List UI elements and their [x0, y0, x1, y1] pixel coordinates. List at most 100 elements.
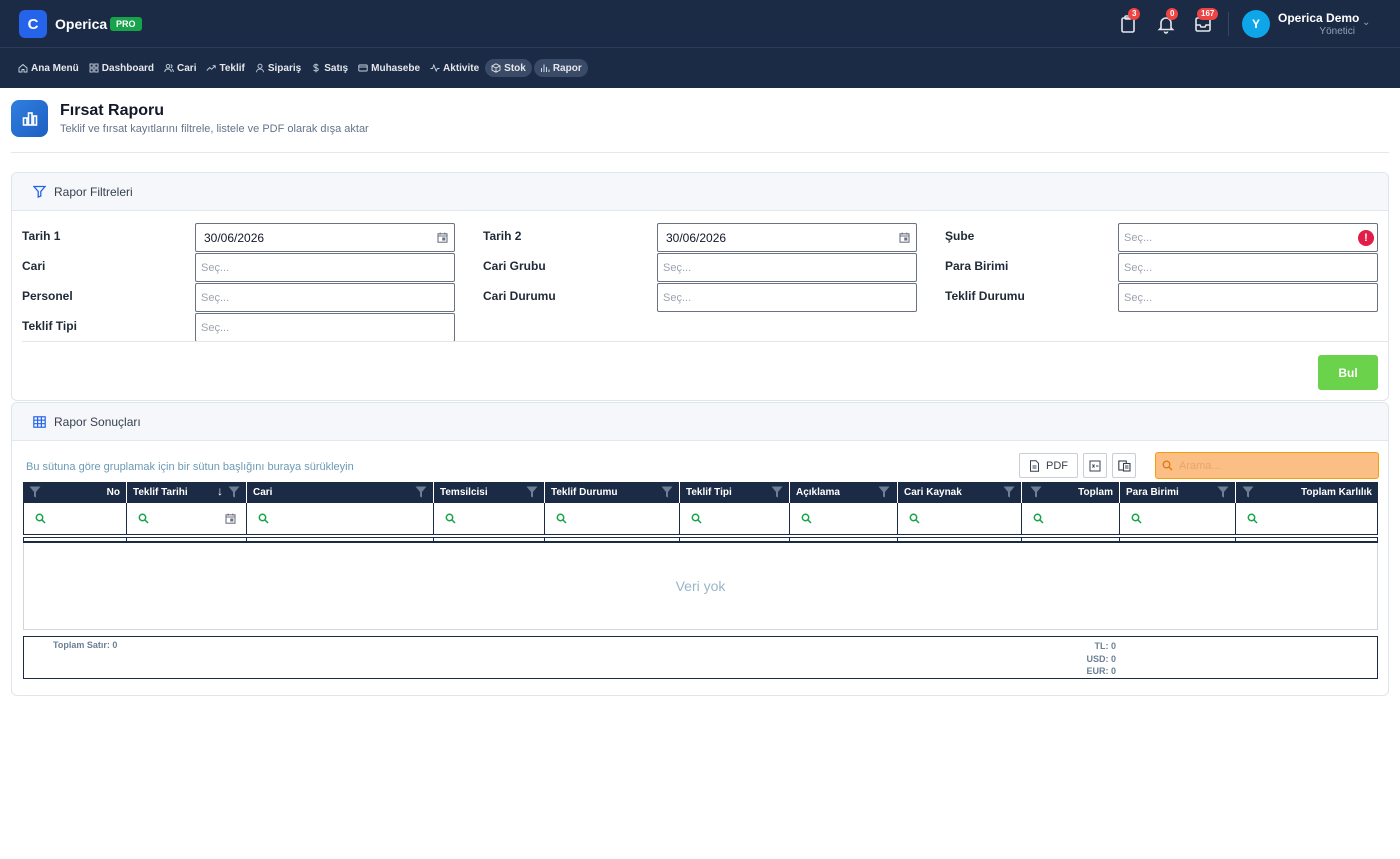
nav-item-teklif[interactable]: Teklif	[202, 59, 248, 77]
filters-divider	[22, 341, 1388, 342]
cari-group-select[interactable]: Seç...	[657, 253, 917, 282]
nav-item-satis[interactable]: Satış	[307, 59, 352, 77]
export-excel-button[interactable]	[1083, 453, 1107, 478]
column-filter-icon[interactable]	[771, 486, 783, 498]
grid-summary-footer: Toplam Satır: 0 TL: 0 USD: 0 EUR: 0	[23, 636, 1378, 679]
calendar-icon[interactable]	[437, 232, 448, 243]
spreadsheet-icon	[1089, 460, 1101, 471]
date2-field[interactable]: 30/06/2026	[657, 223, 917, 252]
brand-name: Operica	[55, 16, 108, 32]
personnel-select[interactable]: Seç...	[195, 283, 455, 312]
offer-status-select[interactable]: Seç...	[1118, 283, 1378, 312]
user-name[interactable]: Operica Demo	[1278, 11, 1359, 25]
filter-cell-description[interactable]	[790, 503, 898, 535]
calendar-icon[interactable]	[899, 232, 910, 243]
search-icon	[801, 513, 812, 524]
column-filter-icon[interactable]	[1242, 486, 1254, 498]
date1-field[interactable]: 30/06/2026	[195, 223, 455, 252]
results-title: Rapor Sonuçları	[54, 414, 141, 429]
group-panel[interactable]: Bu sütuna göre gruplamak için bir sütun …	[26, 461, 354, 473]
tasks-button[interactable]: 3	[1118, 8, 1142, 36]
sort-desc-icon[interactable]: ↓	[217, 484, 223, 498]
nav-item-rapor[interactable]: Rapor	[533, 59, 588, 77]
cari-select[interactable]: Seç...	[195, 253, 455, 282]
dollar-icon	[313, 63, 319, 73]
branch-placeholder: Seç...	[1124, 231, 1153, 244]
date2-label: Tarih 2	[483, 229, 522, 243]
column-filter-icon[interactable]	[878, 486, 890, 498]
nav-item-cari[interactable]: Cari	[160, 59, 200, 77]
column-header-representative[interactable]: Temsilcisi	[434, 482, 545, 503]
filter-cell-cari[interactable]	[247, 503, 434, 535]
column-header-no[interactable]: No	[23, 482, 127, 503]
column-filter-icon[interactable]	[1030, 486, 1042, 498]
filter-cell-offer-type[interactable]	[680, 503, 790, 535]
chevron-down-icon[interactable]: ⌄	[1362, 17, 1370, 28]
search-icon	[258, 513, 269, 524]
column-filter-icon[interactable]	[228, 486, 240, 498]
column-header-offer-type[interactable]: Teklif Tipi	[680, 482, 790, 503]
column-chooser-button[interactable]	[1112, 453, 1136, 478]
nav-item-siparis[interactable]: Sipariş	[251, 59, 305, 77]
column-filter-icon[interactable]	[661, 486, 673, 498]
app-logo[interactable]: C	[19, 10, 47, 38]
find-button[interactable]: Bul	[1318, 355, 1378, 390]
filter-cell-offer-date[interactable]	[127, 503, 247, 535]
bar-chart-icon	[540, 64, 550, 72]
filter-cell-offer-status[interactable]	[545, 503, 680, 535]
column-header-offer-date[interactable]: Teklif Tarihi ↓	[127, 482, 247, 503]
column-header-offer-status[interactable]: Teklif Durumu	[545, 482, 680, 503]
column-filter-icon[interactable]	[1217, 486, 1229, 498]
branch-select[interactable]: Seç... !	[1118, 223, 1378, 252]
calendar-icon[interactable]	[225, 513, 236, 524]
date2-value: 30/06/2026	[666, 230, 727, 245]
column-header-total[interactable]: Toplam	[1022, 482, 1120, 503]
offer-status-label: Teklif Durumu	[945, 289, 1025, 303]
currency-select[interactable]: Seç...	[1118, 253, 1378, 282]
grid-search-input[interactable]: Arama...	[1155, 452, 1379, 479]
notifications-button[interactable]: 0	[1156, 8, 1180, 36]
column-header-currency[interactable]: Para Birimi	[1120, 482, 1236, 503]
inbox-button[interactable]: 167	[1193, 8, 1219, 36]
column-header-cari-source[interactable]: Cari Kaynak	[898, 482, 1022, 503]
filter-cell-cari-source[interactable]	[898, 503, 1022, 535]
filter-cell-no[interactable]	[24, 503, 127, 535]
filter-cell-currency[interactable]	[1120, 503, 1236, 535]
avatar[interactable]: Y	[1242, 10, 1270, 38]
error-icon: !	[1358, 230, 1374, 246]
cari-status-select[interactable]: Seç...	[657, 283, 917, 312]
nav-item-stok[interactable]: Stok	[485, 59, 532, 77]
branch-label: Şube	[945, 229, 975, 243]
column-header-description[interactable]: Açıklama	[790, 482, 898, 503]
column-filter-icon[interactable]	[29, 486, 41, 498]
filter-cell-total-profit[interactable]	[1236, 503, 1377, 535]
notifications-badge: 0	[1166, 8, 1179, 20]
nav-item-ana-menu[interactable]: Ana Menü	[14, 59, 83, 77]
search-icon	[35, 513, 46, 524]
search-icon	[1131, 513, 1142, 524]
grid-header-row: No Teklif Tarihi ↓ Cari Temsilcisi Tekli…	[23, 482, 1378, 503]
filter-cell-representative[interactable]	[434, 503, 545, 535]
total-tl: TL: 0	[1094, 641, 1117, 651]
main-nav: Ana Menü Dashboard Cari Teklif Sipariş S…	[14, 59, 588, 79]
pdf-export-button[interactable]: PDF	[1019, 453, 1078, 478]
column-header-total-profit[interactable]: Toplam Karlılık	[1236, 482, 1378, 503]
filter-cell-total[interactable]	[1022, 503, 1120, 535]
page-subtitle: Teklif ve fırsat kayıtlarını filtrele, l…	[60, 123, 369, 135]
home-icon	[18, 63, 28, 73]
total-usd: USD: 0	[1086, 653, 1116, 664]
column-filter-icon[interactable]	[526, 486, 538, 498]
column-filter-icon[interactable]	[1003, 486, 1015, 498]
column-filter-icon[interactable]	[415, 486, 427, 498]
offer-type-label: Teklif Tipi	[22, 319, 77, 333]
column-header-cari[interactable]: Cari	[247, 482, 434, 503]
nav-item-aktivite[interactable]: Aktivite	[426, 59, 483, 77]
personnel-placeholder: Seç...	[201, 291, 230, 304]
search-placeholder: Arama...	[1179, 459, 1221, 472]
nav-item-dashboard[interactable]: Dashboard	[85, 59, 158, 77]
search-icon	[909, 513, 920, 524]
offer-type-select[interactable]: Seç...	[195, 313, 455, 342]
cari-label: Cari	[22, 259, 46, 273]
grid-icon	[89, 63, 99, 73]
nav-item-muhasebe[interactable]: Muhasebe	[354, 59, 424, 77]
